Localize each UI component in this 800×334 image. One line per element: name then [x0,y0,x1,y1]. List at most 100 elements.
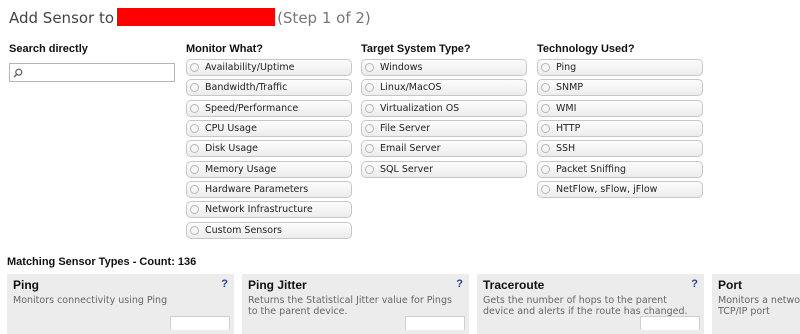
sensor-card-title: Port [718,278,742,292]
target-system-heading: Target System Type? [361,43,471,55]
sensor-card-title: Traceroute [483,278,545,292]
radio-icon [190,83,199,93]
help-icon[interactable]: ? [691,278,698,290]
option-netflow-sflow-jflow[interactable]: NetFlow, sFlow, jFlow [537,180,703,198]
radio-icon [190,144,199,154]
redacted-device-name [117,8,276,26]
help-icon[interactable]: ? [221,278,228,290]
sensor-card-add-button[interactable] [640,316,700,330]
sensor-card-ping[interactable]: Ping ? Monitors connectivity using Ping [7,274,234,334]
technology-options: Ping SNMP WMI HTTP SSH Packet Sniffing N… [537,59,703,198]
option-bandwidth-traffic[interactable]: Bandwidth/Traffic [186,79,352,97]
matching-sensor-types-heading: Matching Sensor Types - Count: 136 [7,256,197,268]
radio-icon [365,83,374,93]
target-system-options: Windows Linux/MacOS Virtualization OS Fi… [361,59,527,178]
sensor-card-description: Monitors a network TCP/IP port [718,295,800,317]
option-hardware-parameters[interactable]: Hardware Parameters [186,180,352,198]
radio-icon [190,63,199,72]
radio-icon [541,123,550,133]
option-availability-uptime[interactable]: Availability/Uptime [186,59,352,76]
option-label: Bandwidth/Traffic [205,82,288,94]
search-column: Search directly [9,42,175,82]
search-input[interactable] [23,65,163,80]
option-disk-usage[interactable]: Disk Usage [186,140,352,158]
radio-icon [190,225,199,235]
option-packet-sniffing[interactable]: Packet Sniffing [537,160,703,178]
option-linux-macos[interactable]: Linux/MacOS [361,79,527,97]
option-label: Network Infrastructure [205,204,313,216]
search-icon [13,68,23,77]
sensor-card-traceroute[interactable]: Traceroute ? Gets the number of hops to … [477,274,704,334]
technology-column: Technology Used? Ping SNMP WMI HTTP SSH … [537,42,703,201]
option-custom-sensors[interactable]: Custom Sensors [186,221,352,239]
sensor-card-title: Ping Jitter [248,278,307,292]
option-file-server[interactable]: File Server [361,119,527,137]
search-heading: Search directly [9,43,88,55]
title-prefix: Add Sensor to [9,9,115,27]
radio-icon [365,144,374,154]
option-memory-usage[interactable]: Memory Usage [186,160,352,178]
radio-icon [541,184,550,194]
sensor-card-description: Gets the number of hops to the parent de… [483,295,688,317]
monitor-what-options: Availability/Uptime Bandwidth/Traffic Sp… [186,59,352,239]
option-label: Email Server [380,143,441,155]
option-label: Custom Sensors [205,224,282,236]
option-label: Linux/MacOS [380,82,442,94]
help-icon[interactable]: ? [456,278,463,290]
step-indicator: (Step 1 of 2) [277,9,371,27]
technology-heading: Technology Used? [537,43,635,55]
radio-icon [541,103,550,113]
option-speed-performance[interactable]: Speed/Performance [186,99,352,117]
monitor-what-heading: Monitor What? [186,43,263,55]
option-label: Virtualization OS [380,102,460,114]
option-sql-server[interactable]: SQL Server [361,160,527,178]
option-label: CPU Usage [205,122,257,134]
option-label: Packet Sniffing [556,163,627,175]
target-system-column: Target System Type? Windows Linux/MacOS … [361,42,527,181]
option-label: Ping [556,62,577,73]
radio-icon [541,63,550,72]
option-snmp[interactable]: SNMP [537,79,703,97]
page-title: Add Sensor to (Step 1 of 2) [9,8,371,28]
sensor-card-add-button[interactable] [405,316,465,330]
search-box[interactable] [9,63,175,82]
radio-icon [365,123,374,133]
option-label: Disk Usage [205,143,259,155]
option-ssh[interactable]: SSH [537,140,703,158]
option-wmi[interactable]: WMI [537,99,703,117]
radio-icon [541,164,550,174]
option-http[interactable]: HTTP [537,119,703,137]
option-label: NetFlow, sFlow, jFlow [556,183,658,195]
monitor-what-column: Monitor What? Availability/Uptime Bandwi… [186,42,352,242]
radio-icon [365,103,374,113]
option-virtualization-os[interactable]: Virtualization OS [361,99,527,117]
radio-icon [541,144,550,154]
radio-icon [190,164,199,174]
option-label: Windows [380,62,423,73]
option-label: Memory Usage [205,163,277,175]
sensor-card-port[interactable]: Port Monitors a network TCP/IP port [712,274,800,334]
option-label: SNMP [556,82,584,94]
radio-icon [365,63,374,72]
sensor-card-description: Returns the Statistical Jitter value for… [248,295,452,317]
option-label: File Server [380,122,431,134]
option-windows[interactable]: Windows [361,59,527,76]
radio-icon [365,164,374,174]
option-label: Availability/Uptime [205,62,295,73]
option-label: Speed/Performance [205,102,299,114]
radio-icon [190,205,199,215]
sensor-card-description: Monitors connectivity using Ping [13,295,168,306]
option-cpu-usage[interactable]: CPU Usage [186,119,352,137]
sensor-card-ping-jitter[interactable]: Ping Jitter ? Returns the Statistical Ji… [242,274,469,334]
option-network-infrastructure[interactable]: Network Infrastructure [186,201,352,219]
radio-icon [190,103,199,113]
option-email-server[interactable]: Email Server [361,140,527,158]
sensor-card-title: Ping [13,278,39,292]
sensor-card-add-button[interactable] [170,316,230,330]
radio-icon [541,83,550,93]
option-ping[interactable]: Ping [537,59,703,76]
option-label: SQL Server [380,163,433,175]
option-label: SSH [556,143,576,155]
radio-icon [190,123,199,133]
option-label: Hardware Parameters [205,183,309,195]
